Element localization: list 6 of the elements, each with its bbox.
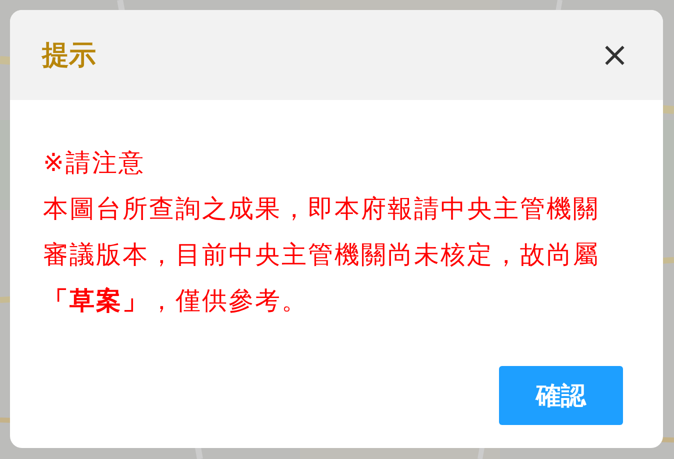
message-text: 「草案」，僅供參考。 xyxy=(43,285,309,317)
message-text: 本圖台所查詢之成果，即本府報請中央主管機關 xyxy=(43,193,600,225)
dialog-title: 提示 xyxy=(42,39,96,73)
notice-heading: ※請注意 xyxy=(43,147,146,179)
message-text: 審議版本，目前中央主管機關尚未核定，故尚屬 xyxy=(43,239,600,271)
close-button[interactable]: × xyxy=(596,38,633,72)
